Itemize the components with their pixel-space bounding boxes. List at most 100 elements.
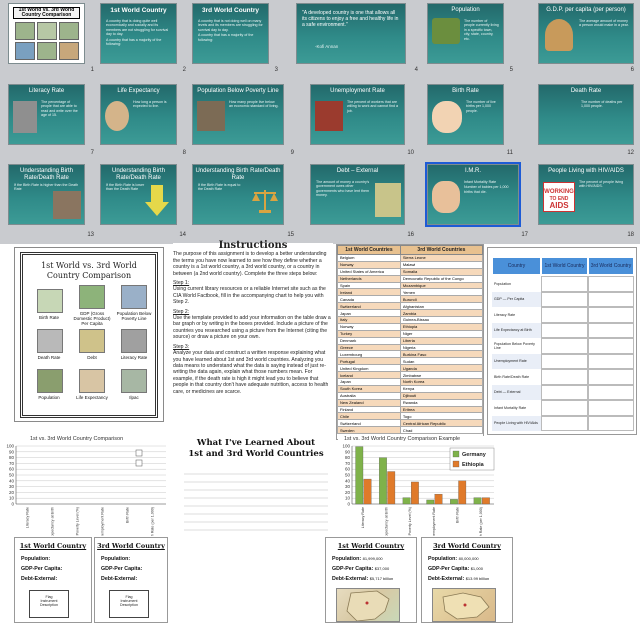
grid-cell-1st-world[interactable] [541,276,588,292]
grid-cell-3rd-world[interactable] [588,338,634,354]
y-tick-label: 30 [9,484,15,489]
slide-bullet: If the Birth Rate is equal to the Death … [198,183,241,192]
first-world-country-cell: United States of America [337,267,401,276]
slide-thumbnail-14[interactable]: Understanding Birth Rate/Death Rate If t… [100,164,177,225]
grid-cell-3rd-world[interactable] [588,291,634,307]
grid-cell-1st-world[interactable] [541,369,588,385]
slide-title: Life Expectancy [117,88,160,94]
slide-bullets: If the Birth Rate is lower than the Deat… [106,183,146,193]
slide-title: Understanding Birth Rate/Death Rate [19,168,74,181]
cell-label-gdp: GDP (Gross Domestic Product) Per Capita [73,311,111,326]
third-world-country-cell: Malawi [399,260,484,269]
gdp-label: GDP-Per Capita: [332,566,374,572]
third-world-country-cell: Togo [399,412,484,421]
slide-thumbnail-5[interactable]: Population The number of people currentl… [427,3,504,64]
grid-cell-1st-world[interactable] [541,384,588,400]
grid-cell-1st-world[interactable] [541,338,588,354]
table-body: Belgium Sierra Leone Norway Malawi United St… [337,254,484,435]
ethiopia-map [432,588,496,622]
slide-bullet: Infant Mortality Rate [464,180,497,184]
y-tick-label: 90 [345,449,351,454]
slide-thumbnail-8[interactable]: Life Expectancy How long a person is exp… [100,84,177,145]
slide-number: 17 [521,232,528,238]
slide-quote-author: -Kofi Annan [315,44,339,49]
money-person-picture [545,19,573,51]
grid-row-label: Birth Rate/Death Rate [492,369,541,385]
grid-cell-1st-world[interactable] [541,415,588,431]
grid-cell-3rd-world[interactable] [588,415,634,431]
slide-number: 5 [509,67,513,73]
table-row: Norway Ethiopia [337,322,484,331]
grid-cell-3rd-world[interactable] [588,276,634,292]
slide-thumbnail-6[interactable]: G.D.P. per capita (per person) The avera… [538,3,634,64]
y-tick-label: 30 [345,484,351,489]
slide-thumbnail-12[interactable]: Death Rate The number of deaths per 1,00… [538,84,634,145]
table-row: Japan Zambia [337,309,484,318]
grid-cell-3rd-world[interactable] [588,353,634,369]
third-world-country-cell: Mozambique [399,281,484,290]
first-world-country-cell: Portugal [337,357,401,366]
first-world-country-cell: Japan [337,378,401,386]
grid-cell-3rd-world[interactable] [588,369,634,385]
table-row: Greece Nigeria [337,343,484,352]
instructions-page: Instructions The purpose of this assignm… [173,240,333,439]
slide-thumbnail-10[interactable]: Unemployment Rate The percent of workers… [310,84,405,145]
table-row: Iceland Zimbabwe [337,371,484,380]
table-row: Australia Djibouti [337,391,484,400]
slide-thumbnail-1[interactable]: 1st World vs. 3rd World Country Comparis… [8,3,85,64]
imr-picture [121,369,147,393]
debt-label: Debt-External: [332,576,369,582]
slide-title: Birth Rate [452,88,479,94]
slide-thumbnail-15[interactable]: Understanding Birth Rate/Death Rate If t… [192,164,284,225]
slide-thumbnail-18[interactable]: People Living with HIV/AIDS WORKING TO EN… [538,164,634,225]
slide-thumbnail-3[interactable]: 3rd World Country A country that is not … [192,3,269,64]
slide-bullets: Infant Mortality Rate Number of babies p… [464,180,514,195]
slide-thumbnail-7[interactable]: Literacy Rate The percentage of people t… [8,84,85,145]
slide-number: 3 [274,67,278,73]
bar-ethiopia [411,481,419,505]
slide-thumbnail-13[interactable]: Understanding Birth Rate/Death Rate If t… [8,164,85,225]
table-row: Netherlands Democratic Republic of the Co… [337,274,484,283]
population-field: Population: [21,556,51,562]
infant-picture [432,181,460,213]
table-row: Switzerland Afghanistan [337,302,484,311]
writing-lines [184,473,328,531]
y-tick-label: 60 [345,467,351,472]
slide-title: Understanding Birth Rate/Death Rate [195,168,281,181]
first-world-country-cell: Denmark [337,336,401,345]
gdp-value: $1,000 [470,566,483,571]
slide-bullets: A country that is not doing well on many… [198,19,264,43]
slide-thumbnail-16[interactable]: Debt – External The amount of money a co… [310,164,405,225]
table-row: Luxembourg Burkina Faso [337,350,484,359]
slide-bullets: How many people live below an economic s… [229,100,279,110]
grid-cell-1st-world[interactable] [541,353,588,369]
first-world-country-cell: Chile [337,412,401,421]
table-header-row: 1st World Countries 3rd World Countries [337,245,484,255]
slide-number: 13 [87,232,94,238]
worksheet-title-line-1: 1st World vs. 3rd World [41,261,137,270]
grid-cell-1st-world[interactable] [541,400,588,416]
what-ive-learned-page: What I've Learned About 1st and 3rd Worl… [176,436,336,536]
slide-bullet: The number of people currently living in… [464,19,499,41]
slide-title: People Living with HIV/AIDS [548,168,624,174]
grid-cell-3rd-world[interactable] [588,307,634,323]
slide-title: 1st World Country [110,7,167,14]
grid-cell-3rd-world[interactable] [588,384,634,400]
slide-thumbnail-9[interactable]: Population Below Poverty Line How many p… [192,84,284,145]
slide-thumbnail-2[interactable]: 1st World Country A country that is doin… [100,3,177,64]
grid-cell-3rd-world[interactable] [588,400,634,416]
grid-cell-1st-world[interactable] [541,322,588,338]
grid-cell-3rd-world[interactable] [588,322,634,338]
slide-thumbnail-17[interactable]: I.M.R. Infant Mortality Rate Number of b… [425,162,521,227]
grid-cell-1st-world[interactable] [541,307,588,323]
slide-thumbnail-11[interactable]: Birth Rate The number of live births per… [427,84,504,145]
bar-germany [450,499,458,505]
gdp-value: $37,000 [374,566,390,571]
slide-bullet: How long a person is expected to live. [133,100,167,109]
slide-number: 18 [627,232,634,238]
slide-thumbnail-4[interactable]: "A developed country is one that allows … [296,3,406,64]
card-title: 3rd World Country [97,542,165,550]
slide-number: 2 [182,67,186,73]
third-world-country-cell: Afghanistan [399,302,484,311]
grid-cell-1st-world[interactable] [541,291,588,307]
